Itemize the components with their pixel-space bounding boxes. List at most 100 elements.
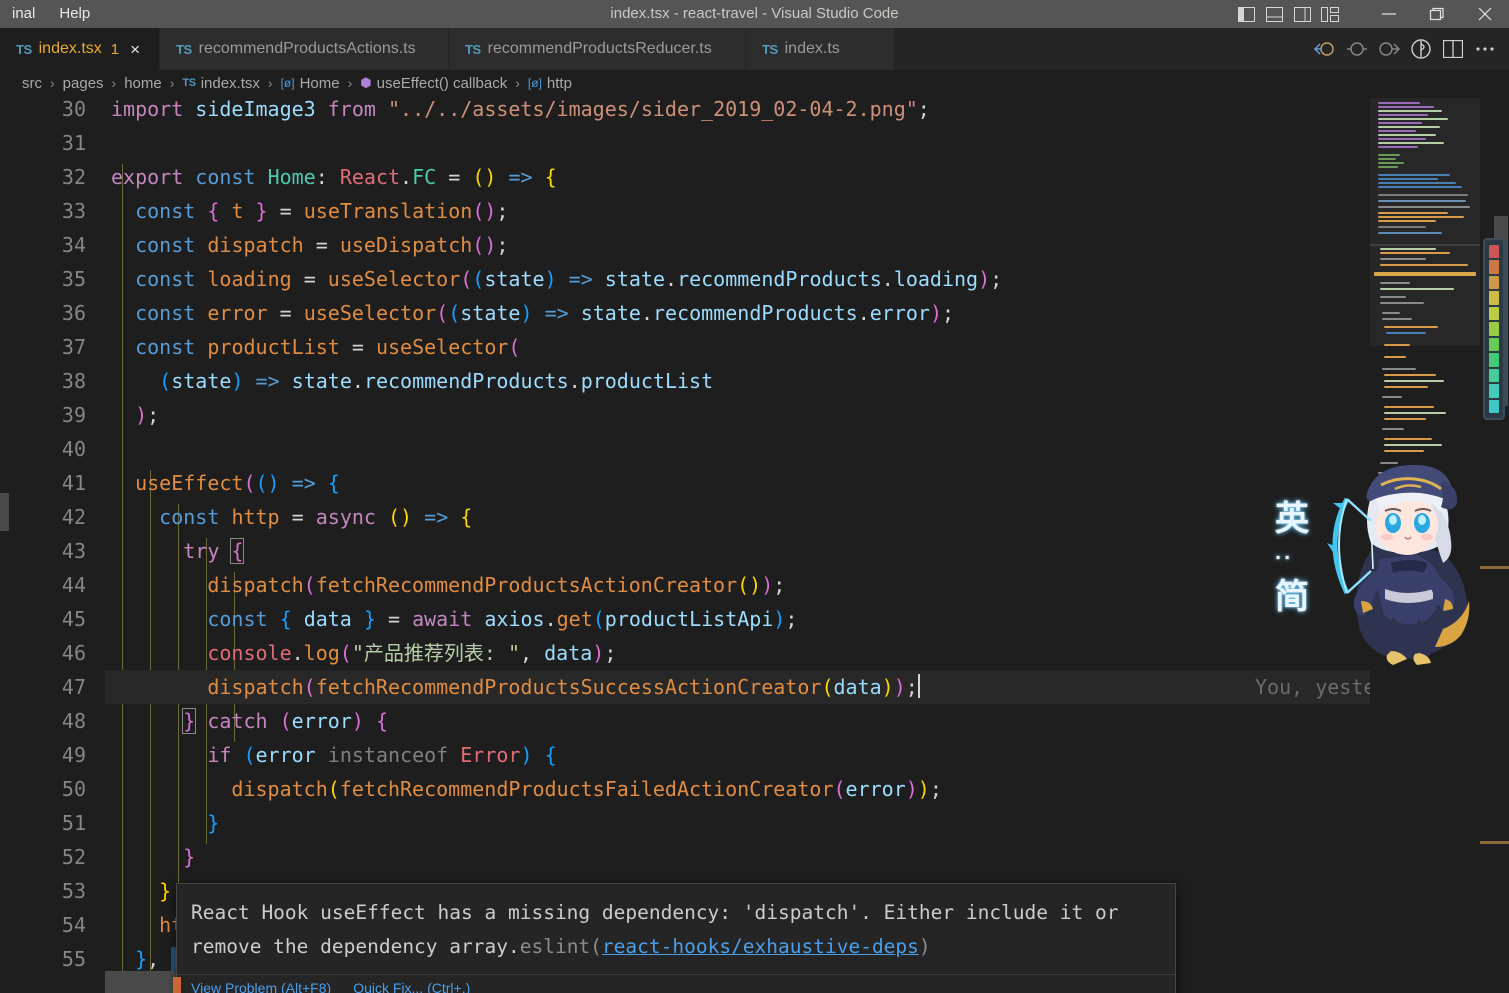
open-changes-icon[interactable] <box>1405 28 1437 70</box>
go-to-previous-change-icon[interactable] <box>1309 28 1341 70</box>
line-number: 33 <box>61 199 86 223</box>
code-line-33[interactable]: const { t } = useTranslation(); <box>105 194 1509 228</box>
line-number: 36 <box>61 301 86 325</box>
breadcrumb-label: index.tsx <box>200 74 260 92</box>
overview-ruler[interactable] <box>1480 96 1509 993</box>
breadcrumb-label: http <box>546 74 572 92</box>
hover-action-bar: View Problem (Alt+F8) Quick Fix... (Ctrl… <box>177 974 1175 993</box>
menu-item-terminal[interactable]: inal <box>0 0 47 28</box>
code-line-35[interactable]: const loading = useSelector((state) => s… <box>105 262 1509 296</box>
line-number: 37 <box>61 335 86 359</box>
color-palette-decoration <box>1483 238 1505 420</box>
code-line-30[interactable]: import sideImage3 from "../../assets/ima… <box>105 96 1509 126</box>
code-content[interactable]: import sideImage3 from "../../assets/ima… <box>105 96 1509 993</box>
split-editor-icon[interactable] <box>1437 28 1469 70</box>
editor-actions <box>1309 28 1509 70</box>
line-number: 51 <box>61 811 86 835</box>
window-close-button[interactable] <box>1461 0 1509 28</box>
code-line-42[interactable]: const http = async () => { <box>105 500 1509 534</box>
unstage-change-icon[interactable] <box>1341 28 1373 70</box>
problem-severity-marker <box>173 977 181 993</box>
ts-file-icon: TS <box>16 41 32 57</box>
chevron-right-icon: › <box>347 75 353 91</box>
ts-file-icon: TS <box>762 41 778 57</box>
view-problem-action[interactable]: View Problem (Alt+F8) <box>191 980 331 993</box>
line-number: 43 <box>61 539 86 563</box>
chevron-right-icon: › <box>111 75 117 91</box>
breadcrumb-item-useeffect-callback[interactable]: ⬢ useEffect() callback <box>360 75 507 92</box>
code-line-45[interactable]: const { data } = await axios.get(product… <box>105 602 1509 636</box>
function-symbol-icon: ⬢ <box>360 75 372 90</box>
breadcrumb-item-index-tsx[interactable]: TS index.tsx <box>182 75 259 92</box>
line-number: 35 <box>61 267 86 291</box>
customize-layout-icon[interactable] <box>1317 0 1343 28</box>
toggle-panel-icon[interactable] <box>1261 0 1287 28</box>
tab-label: recommendProductsReducer.ts <box>487 40 712 57</box>
code-line-48[interactable]: } catch (error) { <box>105 704 1509 738</box>
code-line-49[interactable]: if (error instanceof Error) { <box>105 738 1509 772</box>
breadcrumb-item-src[interactable]: src <box>22 75 42 92</box>
line-number-gutter: 30 31 32 33 34 35 36 37 38 39 40 41 42 4… <box>0 96 105 993</box>
code-line-34[interactable]: const dispatch = useDispatch(); <box>105 228 1509 262</box>
code-line-41[interactable]: useEffect(() => { <box>105 466 1509 500</box>
tab-label: recommendProductsActions.ts <box>198 40 416 57</box>
breadcrumb-item-http[interactable]: [ø] http <box>528 75 572 92</box>
line-number: 54 <box>61 913 86 937</box>
line-number: 49 <box>61 743 86 767</box>
window-minimize-button[interactable] <box>1365 0 1413 28</box>
code-line-47[interactable]: dispatch(fetchRecommendProductsSuccessAc… <box>105 670 1509 704</box>
tab-index-ts[interactable]: TS index.ts <box>746 28 895 70</box>
gutter-bottom <box>0 971 105 993</box>
breadcrumb-label: pages <box>62 74 104 92</box>
toggle-secondary-sidebar-icon[interactable] <box>1289 0 1315 28</box>
line-number: 47 <box>61 675 86 699</box>
hover-message: React Hook useEffect has a missing depen… <box>177 884 1175 974</box>
quick-fix-action[interactable]: Quick Fix... (Ctrl+.) <box>353 980 470 993</box>
toggle-primary-sidebar-icon[interactable] <box>1233 0 1259 28</box>
vscode-window: inal Help index.tsx - react-travel - Vis… <box>0 0 1509 993</box>
editor-tab-bar: TS index.tsx 1 × TS recommendProductsAct… <box>0 28 1509 70</box>
code-line-43[interactable]: try { <box>105 534 1509 568</box>
go-to-next-change-icon[interactable] <box>1373 28 1405 70</box>
layout-controls <box>1233 0 1343 28</box>
tab-index-tsx[interactable]: TS index.tsx 1 × <box>0 28 160 70</box>
code-line-39[interactable]: ); <box>105 398 1509 432</box>
breadcrumb-item-pages[interactable]: pages <box>63 75 104 92</box>
eslint-rule-link[interactable]: react-hooks/exhaustive-deps <box>602 935 919 958</box>
tab-recommendproductsreducer-ts[interactable]: TS recommendProductsReducer.ts <box>449 28 746 70</box>
breadcrumb-label: home <box>124 74 162 92</box>
line-number: 38 <box>61 369 86 393</box>
code-line-38[interactable]: (state) => state.recommendProducts.produ… <box>105 364 1509 398</box>
window-maximize-button[interactable] <box>1413 0 1461 28</box>
more-actions-icon[interactable] <box>1469 28 1501 70</box>
line-number: 34 <box>61 233 86 257</box>
code-line-52[interactable]: } <box>105 840 1509 874</box>
ts-file-icon: TS <box>465 41 481 57</box>
breadcrumb-item-home[interactable]: home <box>124 75 162 92</box>
line-number: 31 <box>61 131 86 155</box>
breadcrumb-item-home-symbol[interactable]: [ø] Home <box>281 75 340 92</box>
chevron-right-icon: › <box>515 75 520 91</box>
code-line-50[interactable]: dispatch(fetchRecommendProductsFailedAct… <box>105 772 1509 806</box>
code-line-51[interactable]: } <box>105 806 1509 840</box>
code-line-37[interactable]: const productList = useSelector( <box>105 330 1509 364</box>
line-number: 50 <box>61 777 86 801</box>
close-icon[interactable]: × <box>130 41 140 58</box>
overview-marker <box>1480 841 1509 844</box>
problem-hover-popup[interactable]: React Hook useEffect has a missing depen… <box>173 883 1176 993</box>
minimap[interactable] <box>1370 96 1480 993</box>
line-number: 32 <box>61 165 86 189</box>
code-editor[interactable]: 30 31 32 33 34 35 36 37 38 39 40 41 42 4… <box>0 96 1509 993</box>
line-number: 39 <box>61 403 86 427</box>
code-line-46[interactable]: console.log("产品推荐列表: ", data); <box>105 636 1509 670</box>
code-line-32[interactable]: export const Home: React.FC = () => { <box>105 160 1509 194</box>
tab-recommendproductsactions-ts[interactable]: TS recommendProductsActions.ts <box>160 28 449 70</box>
code-line-40[interactable] <box>105 432 1509 466</box>
code-line-36[interactable]: const error = useSelector((state) => sta… <box>105 296 1509 330</box>
line-number: 41 <box>61 471 86 495</box>
code-line-44[interactable]: dispatch(fetchRecommendProductsActionCre… <box>105 568 1509 602</box>
menu-item-help[interactable]: Help <box>47 0 102 28</box>
code-line-31[interactable] <box>105 126 1509 160</box>
line-number: 40 <box>61 437 86 461</box>
line-number: 48 <box>61 709 86 733</box>
